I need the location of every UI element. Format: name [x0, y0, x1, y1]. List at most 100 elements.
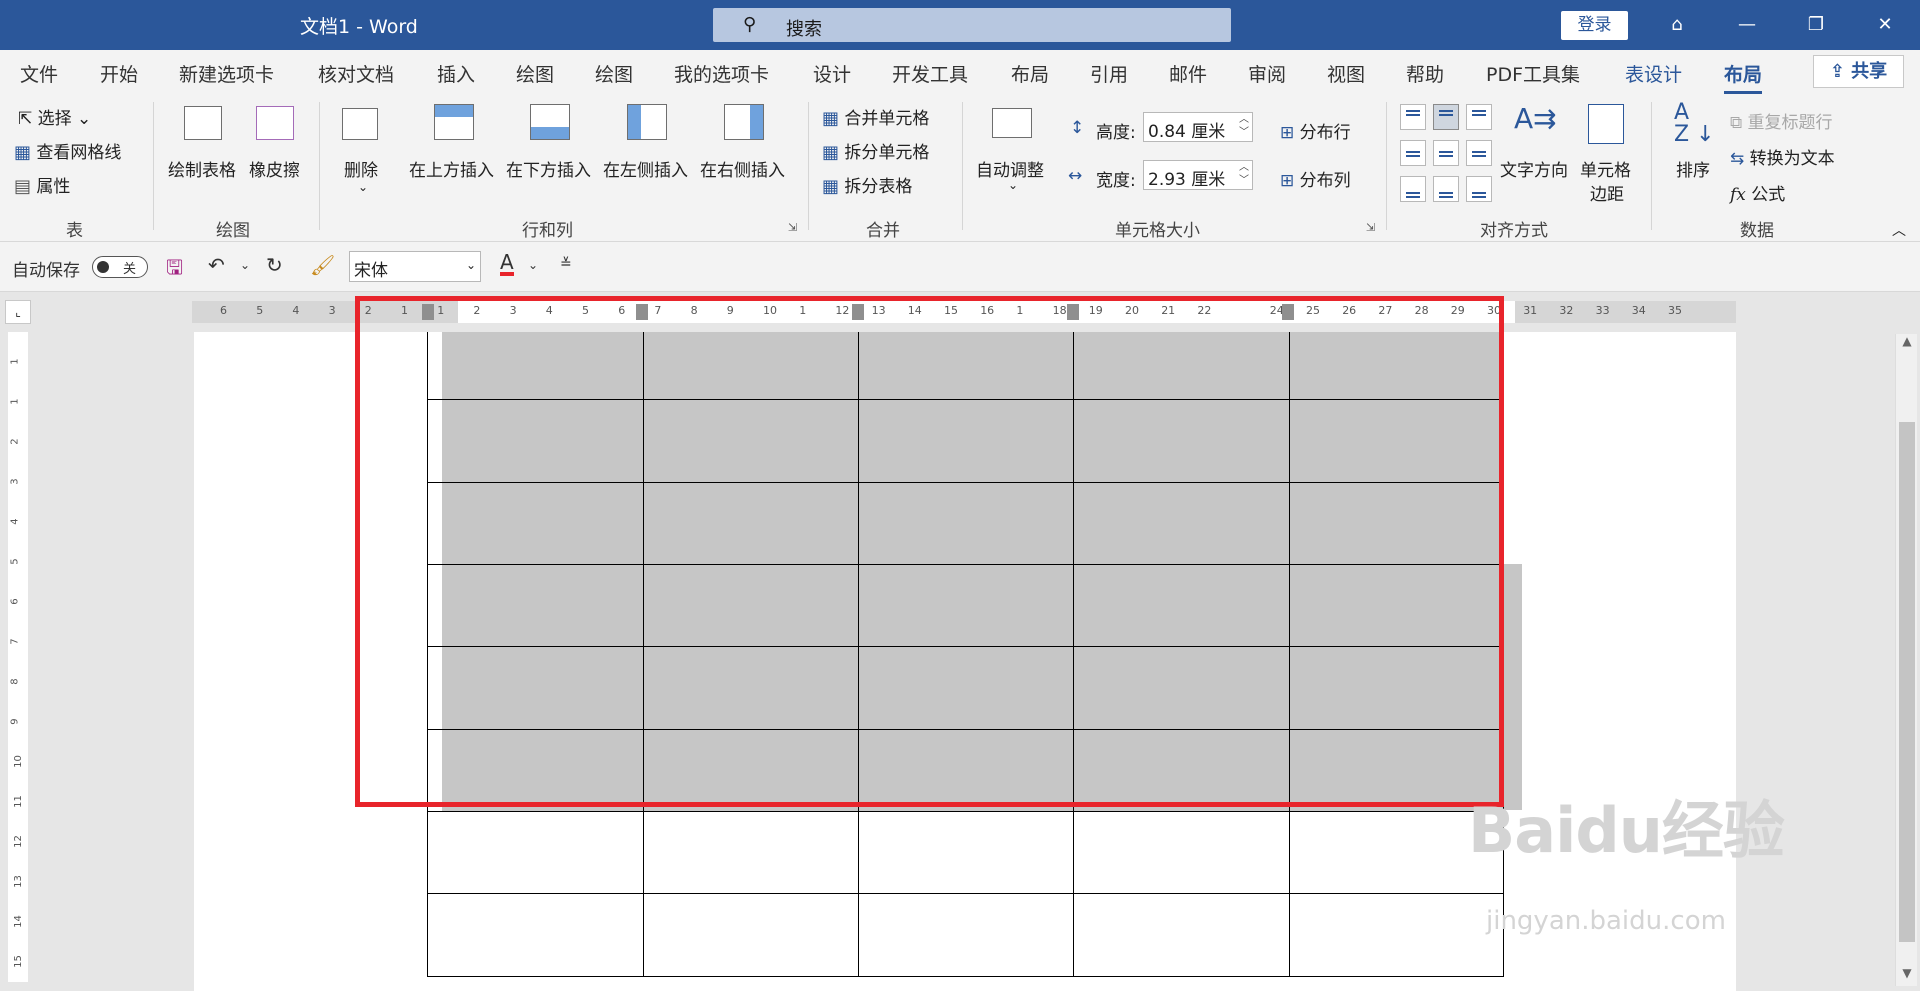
- tab-table-design[interactable]: 表设计: [1625, 60, 1682, 87]
- tab-help[interactable]: 帮助: [1406, 60, 1444, 87]
- insert-below-button[interactable]: 在下方插入: [506, 156, 591, 181]
- close-button[interactable]: ✕: [1862, 8, 1908, 42]
- cell-margins-button-line1[interactable]: 单元格: [1580, 156, 1631, 181]
- split-cells-button[interactable]: ▦ 拆分单元格: [822, 138, 929, 163]
- dialog-launcher-icon[interactable]: ⇲: [1366, 221, 1375, 234]
- table-cell[interactable]: [427, 811, 643, 893]
- align-bottom-center-button[interactable]: [1433, 176, 1459, 202]
- insert-right-icon: [724, 104, 764, 140]
- ruler-tick: 5: [9, 558, 21, 565]
- distribute-cols-button[interactable]: ⊞ 分布列: [1280, 166, 1351, 191]
- eraser-button[interactable]: 橡皮擦: [249, 156, 300, 181]
- redo-icon[interactable]: ↻: [266, 253, 283, 277]
- chevron-down-icon[interactable]: ⌄: [528, 258, 538, 272]
- height-value: 0.84 厘米: [1148, 122, 1226, 142]
- tab-new-tab[interactable]: 新建选项卡: [179, 60, 274, 87]
- table-cell[interactable]: [858, 893, 1073, 976]
- tab-file[interactable]: 文件: [20, 60, 58, 87]
- minimize-button[interactable]: —: [1724, 8, 1770, 42]
- align-bottom-right-button[interactable]: [1466, 176, 1492, 202]
- ruler-tick: 1: [9, 358, 21, 365]
- ruler-tick: 32: [1559, 304, 1574, 317]
- tab-layout[interactable]: 布局: [1011, 60, 1049, 87]
- properties-button[interactable]: ▤ 属性: [14, 172, 70, 197]
- dialog-launcher-icon[interactable]: ⇲: [788, 221, 797, 234]
- customize-qat-icon[interactable]: ≚: [560, 256, 572, 272]
- table-bottom-border: [427, 976, 1504, 977]
- autosave-toggle[interactable]: 关: [92, 256, 148, 278]
- save-icon[interactable]: 🖫: [166, 253, 183, 287]
- delete-button[interactable]: 删除: [344, 156, 378, 181]
- sort-button[interactable]: 排序: [1676, 156, 1710, 181]
- align-bottom-left-button[interactable]: [1400, 176, 1426, 202]
- tab-table-layout[interactable]: 布局: [1724, 60, 1763, 94]
- scroll-down-icon[interactable]: ▼: [1896, 966, 1918, 986]
- table-cell[interactable]: [427, 893, 643, 976]
- cell-margins-button-line2[interactable]: 边距: [1590, 180, 1624, 205]
- tab-developer[interactable]: 开发工具: [892, 60, 968, 87]
- spinner-arrows-icon[interactable]: ︿ ﹀: [1239, 113, 1249, 139]
- ruler-tick: 9: [9, 718, 21, 725]
- table-cell[interactable]: [1289, 893, 1504, 976]
- search-box[interactable]: ⚲ 搜索: [713, 8, 1231, 42]
- width-input[interactable]: 2.93 厘米 ︿ ﹀: [1143, 160, 1253, 190]
- text-direction-button[interactable]: 文字方向: [1500, 156, 1568, 181]
- font-selector[interactable]: 宋体 ⌄: [349, 251, 481, 282]
- align-top-center-button[interactable]: [1433, 104, 1459, 130]
- table-cell[interactable]: [858, 811, 1073, 893]
- table-cell[interactable]: [1073, 811, 1289, 893]
- scroll-up-icon[interactable]: ▲: [1896, 334, 1918, 354]
- spinner-arrows-icon[interactable]: ︿ ﹀: [1239, 161, 1249, 187]
- tab-view[interactable]: 视图: [1327, 60, 1365, 87]
- tab-proofread[interactable]: 核对文档: [318, 60, 394, 87]
- table-cell[interactable]: [1073, 893, 1289, 976]
- tab-insert[interactable]: 插入: [437, 60, 475, 87]
- align-top-right-button[interactable]: [1466, 104, 1492, 130]
- insert-left-button[interactable]: 在左侧插入: [603, 156, 688, 181]
- formula-button[interactable]: fx 公式: [1730, 180, 1785, 205]
- chevron-down-icon[interactable]: ⌄: [240, 258, 250, 272]
- tab-review[interactable]: 审阅: [1248, 60, 1286, 87]
- align-middle-right-button[interactable]: [1466, 140, 1492, 166]
- table-cell[interactable]: [643, 811, 858, 893]
- share-button[interactable]: ⇪ 共享: [1813, 55, 1904, 88]
- vertical-ruler[interactable]: 112345678910111213141516: [8, 332, 28, 982]
- repeat-header-button[interactable]: ⧉ 重复标题行: [1730, 108, 1833, 133]
- tab-draw-2[interactable]: 绘图: [595, 60, 633, 87]
- tab-draw-1[interactable]: 绘图: [516, 60, 554, 87]
- distribute-rows-button[interactable]: ⊞ 分布行: [1280, 118, 1351, 143]
- height-input[interactable]: 0.84 厘米 ︿ ﹀: [1143, 112, 1253, 142]
- undo-icon[interactable]: ↶: [208, 253, 225, 277]
- convert-to-text-button[interactable]: ⇆ 转换为文本: [1730, 144, 1835, 169]
- split-table-button[interactable]: ▦ 拆分表格: [822, 172, 912, 197]
- insert-above-button[interactable]: 在上方插入: [409, 156, 494, 181]
- insert-right-button[interactable]: 在右侧插入: [700, 156, 785, 181]
- select-button[interactable]: ⇱ 选择 ⌄: [18, 104, 91, 129]
- font-color-icon[interactable]: A: [500, 252, 514, 276]
- tab-mailings[interactable]: 邮件: [1169, 60, 1207, 87]
- draw-table-button[interactable]: 绘制表格: [168, 156, 236, 181]
- restore-button[interactable]: ❐: [1793, 8, 1839, 42]
- tab-home[interactable]: 开始: [100, 60, 138, 87]
- vertical-scrollbar[interactable]: ▲ ▼: [1895, 334, 1917, 986]
- insert-left-highlight: [628, 105, 641, 139]
- align-top-left-button[interactable]: [1400, 104, 1426, 130]
- row-height-icon: ↕: [1070, 118, 1085, 138]
- table-cell[interactable]: [643, 893, 858, 976]
- merge-cells-button[interactable]: ▦ 合并单元格: [822, 104, 929, 129]
- tab-pdf-tools[interactable]: PDF工具集: [1486, 60, 1580, 87]
- align-middle-center-button[interactable]: [1433, 140, 1459, 166]
- ruler-tick: 33: [1595, 304, 1610, 317]
- login-button[interactable]: 登录: [1561, 11, 1628, 40]
- insert-right-highlight: [750, 105, 763, 139]
- collapse-ribbon-icon[interactable]: ︿: [1892, 220, 1906, 240]
- tab-my-tab[interactable]: 我的选项卡: [674, 60, 769, 87]
- tab-selector-icon[interactable]: ⌞: [5, 300, 31, 324]
- tab-references[interactable]: 引用: [1090, 60, 1128, 87]
- format-painter-icon[interactable]: 🖌: [310, 253, 335, 277]
- view-gridlines-button[interactable]: ▦ 查看网格线: [14, 138, 121, 163]
- scroll-thumb[interactable]: [1899, 422, 1915, 942]
- align-middle-left-button[interactable]: [1400, 140, 1426, 166]
- tab-design[interactable]: 设计: [813, 60, 851, 87]
- ribbon-display-options-icon[interactable]: ⌂: [1654, 8, 1700, 42]
